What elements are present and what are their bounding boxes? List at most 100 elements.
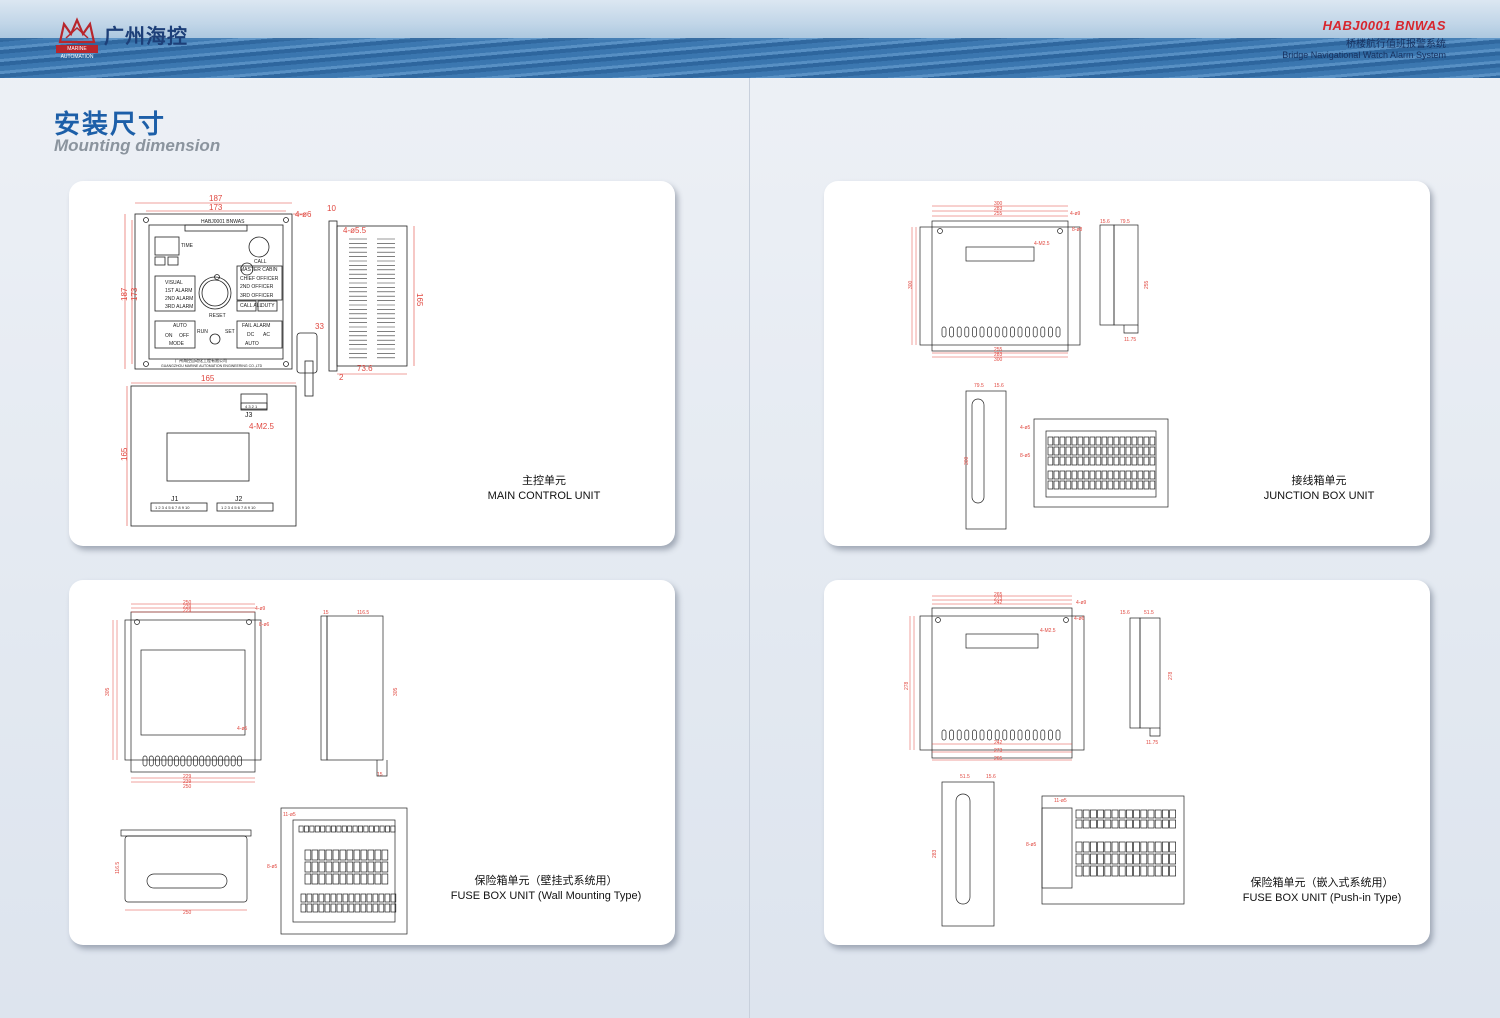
dim-side-height: 165 [415,293,424,307]
fw-holes3: 4-ø5 [237,726,248,732]
fw-side-bottom: 15 [377,772,383,778]
fw-side-top2: 116.5 [357,610,369,616]
fw-holes2: 8-ø6 [259,622,270,628]
brand-name: 广州海控 [104,23,188,48]
dim-back-holes: 4-M2.5 [249,422,274,431]
caption-cn: 接线箱单元 [1291,475,1347,487]
master-label: MASTER CABIN [240,267,278,273]
jb-holes: 4-ø9 [1070,211,1081,217]
chief-label: CHIEF OFFICER [240,276,279,282]
panel-main-control-unit: 187 173 4-ø6 187 173 HABJ0001 BNWAS TIME… [69,181,675,546]
fp-bot1: 242 [994,740,1003,746]
page-subtitle: Mounting dimension [54,136,221,155]
dim-width-outer: 187 [209,194,223,203]
fw-w3: 229 [183,608,192,614]
jb-w3: 255 [994,211,1003,217]
run-label: RUN [197,329,208,335]
fw-cover-h: 116.5 [115,862,121,874]
duty-label: DUTY [261,303,275,309]
caption-main-unit: 主控单元 MAIN CONTROL UNIT [469,474,619,504]
j3-pins: 4 3 2 1 [245,404,258,409]
caption-fuse-wall: 保险箱单元（壁挂式系统用） FUSE BOX UNIT (Wall Mounti… [441,874,651,904]
caption-cn: 主控单元 [522,475,566,487]
header-banner [0,0,1500,78]
officer2-label: 2ND OFFICER [240,284,274,290]
caption-fuse-push: 保险箱单元（嵌入式系统用） FUSE BOX UNIT (Push-in Typ… [1222,876,1422,906]
dim-height-inner: 173 [130,287,139,301]
j3-label: J3 [245,412,253,419]
fp-holes3: 4-M2.5 [1040,628,1056,634]
banner-sky [0,0,1500,40]
panel-fuse-box-push-in: 265 273 242 4-ø9 4-ø6 4-M2.5 278 242 273… [824,580,1430,945]
caption-cn: 保险箱单元（壁挂式系统用） [474,875,618,887]
brand-logo: MARINE AUTOMATION 广州海控 [56,16,188,60]
dim-side-top: 10 [327,204,336,213]
fw-term-holes1: 11-ø5 [283,812,296,818]
caption-en: FUSE BOX UNIT (Push-in Type) [1242,892,1402,904]
fp-side-top1: 15.6 [1120,610,1130,616]
fp-term-holes1: 11-ø5 [1054,798,1067,804]
jb-term-holes2: 8-ø5 [1020,453,1031,459]
main-side-body [336,225,408,367]
maker-en: GUANGZHOU MARINE AUTOMATION ENGINEERING … [161,364,263,368]
on-label: ON [165,333,173,339]
dim-height-outer: 187 [120,287,129,301]
j2-label: J2 [235,496,243,503]
main-side-bezel [328,220,338,372]
alarm1-label: 1ST ALARM [165,288,192,294]
fp-holes2: 4-ø6 [1074,616,1085,622]
maker-cn: 广州海控自动化工程有限公司 [175,357,227,363]
panel-junction-box-unit: 300 283 255 4-ø9 4-M2.5 8-ø8 300 255 283… [824,181,1430,546]
alarm2-label: 2ND ALARM [165,296,193,302]
reset-label: RESET [209,313,226,319]
jb-holes3: 8-ø8 [1072,227,1083,233]
dim-key: 33 [315,322,324,331]
fp-term-holes2: 8-ø5 [1026,842,1037,848]
caption-en: FUSE BOX UNIT (Wall Mounting Type) [450,890,642,902]
j1-pins: 1 2 3 4 5 6 7 8 9 10 [155,505,190,510]
auto2-label: AUTO [245,341,259,347]
jb-bot3: 300 [994,357,1003,363]
jb-holes2: 4-M2.5 [1034,241,1050,247]
fw-side-h: 305 [393,687,399,696]
fp-side-h: 278 [1168,671,1174,680]
fp-side-top2: 51.5 [1144,610,1154,616]
jb-side-top1: 15.6 [1100,219,1110,225]
fw-side-top1: 15 [323,610,329,616]
dim-holes: 4-ø6 [295,210,312,219]
dim-width-inner: 173 [209,203,223,212]
panel-fuse-box-wall: 250 239 229 4-ø9 8-ø6 4-ø5 305 229 239 2… [69,580,675,945]
fp-h1: 278 [904,681,910,690]
product-name-cn: 桥楼航行值班报警系统 [1346,39,1446,50]
jb-side-top2: 79.5 [1120,219,1130,225]
caption-cn: 保险箱单元（嵌入式系统用） [1250,877,1394,889]
fp-side-bottom: 11.75 [1146,740,1158,746]
banner-sea [0,38,1500,78]
j1-label: J1 [171,496,179,503]
visual-label: VISUAL [165,280,183,286]
dim-back-width: 165 [201,374,215,383]
off-label: OFF [179,333,189,339]
officer3-label: 3RD OFFICER [240,293,274,299]
crown-logo-icon: MARINE AUTOMATION [56,16,98,60]
callall-label: CALL ALL [240,303,263,309]
fp-rail-w1: 51.5 [960,774,970,780]
model-label: HABJ0001 BNWAS [201,219,245,225]
fp-holes: 4-ø9 [1076,600,1087,606]
jb-rail-w2: 15.6 [994,383,1004,389]
jb-side-h: 255 [1144,280,1150,289]
dim-side-depth: 73.6 [357,364,373,373]
dim-side-holes: 4-ø5.5 [343,226,367,235]
j2-pins: 1 2 3 4 5 6 7 8 9 10 [221,505,256,510]
set-label: SET [225,329,235,335]
fp-bot3: 265 [994,756,1003,762]
fp-rail-w2: 15.6 [986,774,996,780]
fp-rail-h: 283 [932,849,938,858]
jb-side-bottom: 11.75 [1124,337,1136,343]
fp-bot2: 273 [994,748,1003,754]
dim-back-height: 165 [120,447,129,461]
mode-label: MODE [169,341,185,347]
dc-label: DC [247,332,255,338]
fw-term-holes2: 8-ø5 [267,864,278,870]
fp-w3: 242 [994,600,1003,606]
